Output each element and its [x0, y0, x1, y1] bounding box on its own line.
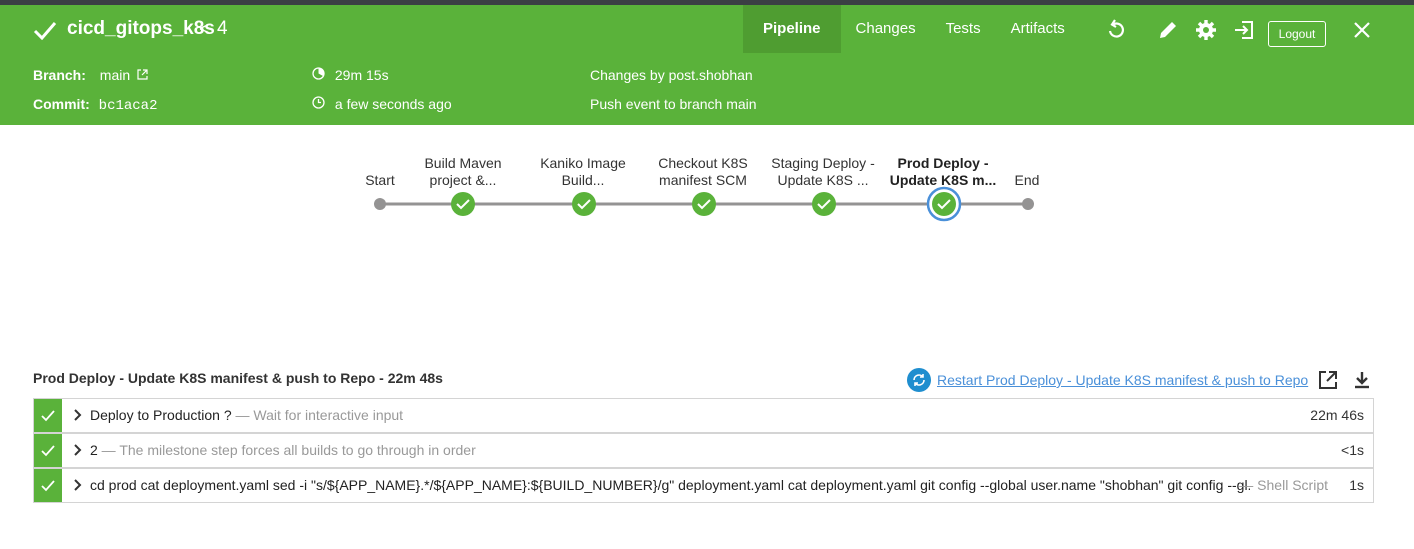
step-duration: 1s: [1349, 477, 1364, 493]
expand-chevron-icon[interactable]: [72, 407, 84, 423]
clock-icon: [312, 96, 325, 109]
branch-value[interactable]: main: [100, 67, 130, 83]
stage-label-staging[interactable]: Staging Deploy - Update K8S ...: [763, 155, 883, 189]
gear-icon[interactable]: [1195, 19, 1217, 41]
time-info: a few seconds ago: [312, 96, 452, 112]
commit-label: Commit:: [33, 96, 90, 112]
stage-node-prod[interactable]: [926, 186, 962, 222]
external-link-icon[interactable]: [137, 69, 148, 80]
pipeline-graph-svg: [374, 186, 1034, 222]
commit-info: Commit: bc1aca2: [33, 96, 157, 114]
close-icon[interactable]: [1351, 19, 1373, 41]
stage-node-staging[interactable]: [812, 192, 836, 216]
tab-bar: Pipeline Changes Tests Artifacts: [743, 5, 1080, 53]
download-icon[interactable]: [1352, 370, 1372, 390]
replay-icon[interactable]: [1105, 19, 1127, 41]
run-chevron: <: [199, 19, 211, 40]
step-success-icon: [34, 434, 62, 467]
timer-icon: [312, 67, 325, 80]
step-row[interactable]: Deploy to Production ? — Wait for intera…: [33, 398, 1374, 433]
step-name: 2 — The milestone step forces all builds…: [90, 442, 476, 458]
restart-stage-button[interactable]: Restart Prod Deploy - Update K8S manifes…: [907, 368, 1308, 392]
edit-icon[interactable]: [1157, 19, 1179, 41]
push-event: Push event to branch main: [590, 96, 757, 112]
restart-stage-link[interactable]: Restart Prod Deploy - Update K8S manifes…: [937, 372, 1308, 388]
step-duration: <1s: [1341, 442, 1364, 458]
step-row[interactable]: cd prod cat deployment.yaml sed -i "s/${…: [33, 468, 1374, 503]
step-name: Deploy to Production ? — Wait for intera…: [90, 407, 404, 423]
stage-label-kaniko[interactable]: Kaniko Image Build...: [523, 155, 643, 189]
branch-label: Branch:: [33, 67, 86, 83]
stage-detail-title: Prod Deploy - Update K8S manifest & push…: [33, 370, 443, 386]
tab-tests[interactable]: Tests: [931, 5, 996, 53]
pipeline-graph: Start Build Maven project &... Kaniko Ima…: [0, 125, 1414, 285]
expand-chevron-icon[interactable]: [72, 477, 84, 493]
step-row[interactable]: 2 — The milestone step forces all builds…: [33, 433, 1374, 468]
duration-info: 29m 15s: [312, 67, 389, 83]
stage-node-build-maven[interactable]: [451, 192, 475, 216]
step-success-icon: [34, 469, 62, 502]
stage-node-kaniko[interactable]: [572, 192, 596, 216]
pipeline-title[interactable]: cicd_gitops_k8s: [67, 18, 215, 40]
step-description: — The milestone step forces all builds t…: [97, 442, 476, 458]
end-node: [1022, 198, 1034, 210]
logout-button[interactable]: Logout: [1268, 21, 1326, 47]
success-check-icon: [33, 22, 57, 40]
exit-icon[interactable]: [1233, 19, 1255, 41]
step-success-icon: [34, 399, 62, 432]
step-type: — Shell Script: [1239, 477, 1328, 493]
tab-changes[interactable]: Changes: [841, 5, 931, 53]
tab-artifacts[interactable]: Artifacts: [996, 5, 1080, 53]
branch-info: Branch: main: [33, 67, 148, 83]
step-duration: 22m 46s: [1310, 407, 1364, 423]
step-name: cd prod cat deployment.yaml sed -i "s/${…: [90, 477, 1250, 493]
open-external-icon[interactable]: [1318, 370, 1338, 390]
stage-label-checkout[interactable]: Checkout K8S manifest SCM: [643, 155, 763, 189]
title-row: cicd_gitops_k8s < 4 Pipeline Changes Tes…: [0, 5, 1414, 53]
commit-hash[interactable]: bc1aca2: [99, 98, 158, 114]
stage-label-end: End: [1014, 172, 1040, 188]
duration-value: 29m 15s: [334, 67, 389, 83]
restart-icon: [907, 368, 931, 392]
step-description: — Wait for interactive input: [231, 407, 404, 423]
changes-by: Changes by post.shobhan: [590, 67, 753, 83]
stage-label-build-maven[interactable]: Build Maven project &...: [403, 155, 523, 189]
expand-chevron-icon[interactable]: [72, 442, 84, 458]
run-number: 4: [217, 18, 228, 39]
time-ago: a few seconds ago: [334, 96, 452, 112]
run-header: cicd_gitops_k8s < 4 Pipeline Changes Tes…: [0, 5, 1414, 125]
tab-pipeline[interactable]: Pipeline: [743, 5, 841, 53]
start-node: [374, 198, 386, 210]
stage-node-checkout[interactable]: [692, 192, 716, 216]
